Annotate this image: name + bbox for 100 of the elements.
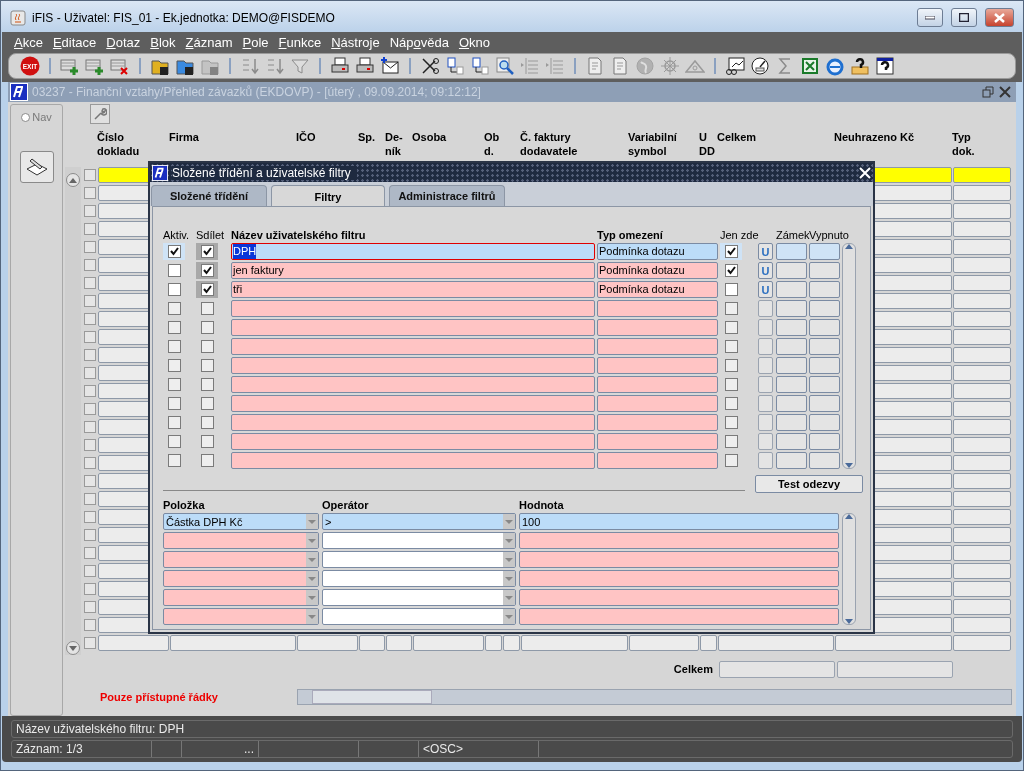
grid-field[interactable] — [953, 509, 1011, 525]
restore-icon[interactable] — [982, 86, 994, 98]
minimize-button[interactable] — [917, 8, 943, 27]
close-button[interactable] — [985, 8, 1014, 27]
record-selector[interactable] — [84, 277, 96, 289]
lock-button[interactable] — [758, 376, 773, 393]
menu-item[interactable]: Okno — [452, 32, 495, 52]
record-selector[interactable] — [84, 637, 96, 649]
grid-field[interactable] — [386, 635, 412, 651]
grid-field[interactable] — [503, 635, 520, 651]
record-selector[interactable] — [84, 367, 96, 379]
lock-button[interactable] — [758, 357, 773, 374]
grid-field[interactable] — [953, 473, 1011, 489]
input-field[interactable] — [519, 608, 839, 625]
horizontal-scrollbar[interactable] — [297, 689, 1012, 705]
input-field[interactable] — [809, 395, 840, 412]
input-field[interactable] — [776, 243, 807, 260]
record-selector[interactable] — [84, 313, 96, 325]
total-field[interactable] — [719, 660, 835, 678]
toolbar-button[interactable] — [379, 55, 401, 77]
tab[interactable]: Administrace filtrů — [389, 185, 505, 206]
input-field[interactable] — [809, 376, 840, 393]
input-field[interactable] — [809, 281, 840, 298]
total-field[interactable] — [837, 660, 953, 678]
input-field[interactable] — [597, 433, 718, 450]
input-field[interactable] — [776, 414, 807, 431]
vertical-scrollbar[interactable] — [842, 513, 856, 625]
grid-field[interactable] — [953, 455, 1011, 471]
lock-button[interactable] — [758, 433, 773, 450]
input-field[interactable] — [519, 570, 839, 587]
input-field[interactable] — [776, 319, 807, 336]
input-field[interactable] — [231, 357, 595, 374]
input-field[interactable] — [776, 357, 807, 374]
input-field[interactable] — [809, 319, 840, 336]
checkbox[interactable] — [200, 340, 214, 353]
input-field[interactable] — [231, 433, 595, 450]
grid-field[interactable] — [700, 635, 717, 651]
record-selector[interactable] — [84, 187, 96, 199]
checkbox[interactable] — [167, 245, 181, 258]
grid-field[interactable] — [953, 635, 1011, 651]
checkbox[interactable] — [724, 245, 738, 258]
grid-field[interactable] — [953, 293, 1011, 309]
record-selector[interactable] — [84, 259, 96, 271]
grid-field[interactable] — [953, 257, 1011, 273]
menu-item[interactable]: Záznam — [179, 32, 237, 52]
checkbox[interactable] — [167, 302, 181, 315]
input-field[interactable] — [776, 395, 807, 412]
grid-field[interactable] — [629, 635, 699, 651]
record-selector[interactable] — [84, 403, 96, 415]
grid-field[interactable] — [953, 437, 1011, 453]
record-selector[interactable] — [84, 493, 96, 505]
checkbox[interactable] — [200, 378, 214, 391]
input-field[interactable] — [597, 300, 718, 317]
input-field[interactable] — [519, 532, 839, 549]
record-selector[interactable] — [84, 457, 96, 469]
input-field[interactable] — [519, 551, 839, 568]
grid-field[interactable] — [953, 563, 1011, 579]
input-field[interactable] — [597, 452, 718, 469]
checkbox[interactable] — [724, 264, 738, 277]
menu-item[interactable]: Nápověda — [383, 32, 453, 52]
input-field[interactable]: tři — [231, 281, 595, 298]
grid-field[interactable] — [297, 635, 358, 651]
checkbox[interactable] — [167, 454, 181, 467]
checkbox[interactable] — [167, 359, 181, 372]
dropdown[interactable]: > — [322, 513, 516, 530]
record-selector[interactable] — [84, 421, 96, 433]
tab[interactable]: Filtry — [271, 185, 385, 207]
dropdown[interactable] — [322, 589, 516, 606]
input-field[interactable] — [597, 376, 718, 393]
checkbox[interactable] — [724, 302, 738, 315]
input-field[interactable] — [809, 338, 840, 355]
checkbox[interactable] — [167, 416, 181, 429]
checkbox[interactable] — [724, 283, 738, 296]
toolbar-button[interactable] — [724, 55, 746, 77]
grid-field[interactable] — [953, 311, 1011, 327]
test-button[interactable]: Test odezvy — [755, 475, 863, 493]
input-field[interactable] — [776, 300, 807, 317]
grid-field[interactable] — [953, 401, 1011, 417]
grid-field[interactable] — [485, 635, 502, 651]
grid-field[interactable] — [953, 185, 1011, 201]
toolbar-button[interactable] — [419, 55, 441, 77]
record-selector[interactable] — [84, 529, 96, 541]
input-field[interactable] — [231, 395, 595, 412]
checkbox[interactable] — [167, 283, 181, 296]
input-field[interactable]: Podmínka dotazu — [597, 262, 718, 279]
input-field[interactable] — [231, 376, 595, 393]
input-field[interactable]: jen faktury — [231, 262, 595, 279]
grid-field[interactable] — [953, 545, 1011, 561]
lock-button[interactable]: U — [758, 281, 773, 298]
scroll-up-button[interactable] — [66, 173, 80, 187]
checkbox[interactable] — [200, 264, 214, 277]
record-selector[interactable] — [84, 223, 96, 235]
checkbox[interactable] — [724, 435, 738, 448]
grid-field[interactable] — [953, 167, 1011, 183]
input-field[interactable] — [231, 300, 595, 317]
menu-item[interactable]: Blok — [144, 32, 180, 52]
checkbox[interactable] — [200, 302, 214, 315]
grid-field[interactable] — [718, 635, 834, 651]
record-selector[interactable] — [84, 511, 96, 523]
grid-field[interactable] — [98, 635, 169, 651]
